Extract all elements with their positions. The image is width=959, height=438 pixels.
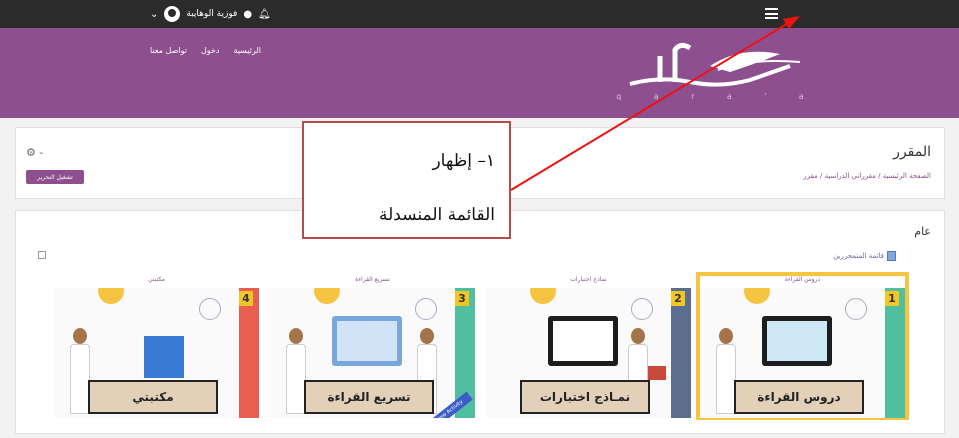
tile-number: 4	[239, 291, 253, 306]
completion-checkbox[interactable]	[38, 251, 46, 259]
tile-board-text: تسريع القراءة	[304, 380, 434, 414]
tile-label[interactable]: تسريع القراءة	[270, 276, 475, 283]
gear-icon[interactable]: ⚙ -	[26, 146, 43, 159]
bell-icon[interactable]: 🔔︎	[258, 9, 271, 20]
tile-speed-reading[interactable]: تسريع القراءة 3 تسريع القراءة New Activi…	[270, 276, 475, 418]
tile-board-text: دروس القراءة	[734, 380, 864, 414]
clock-icon	[199, 298, 221, 320]
participants-link[interactable]: قائمة المتمحررين	[833, 251, 896, 261]
page-title: المقرر	[893, 144, 931, 160]
nav-login[interactable]: دخول	[201, 46, 219, 55]
nav-contact[interactable]: تواصل معنا	[150, 46, 187, 55]
clock-icon	[631, 298, 653, 320]
callout-line-1: ١– إظهار	[432, 151, 495, 171]
tile-label[interactable]: دروس القراءة	[700, 276, 905, 283]
tile-image[interactable]: 4 مكتبتي	[54, 288, 259, 418]
tile-number: 2	[671, 291, 685, 306]
callout-line-2: القائمة المنسدلة	[378, 205, 495, 225]
annotation-callout: ١– إظهار القائمة المنسدلة	[302, 121, 511, 239]
tile-board-text: نمـاذج اختبارات	[520, 380, 650, 414]
tile-board-text: مكتبتي	[88, 380, 218, 414]
avatar[interactable]	[164, 6, 181, 22]
tile-test-samples[interactable]: نماذج اختبارات 2 نمـاذج اختبارات	[486, 276, 691, 418]
tile-image[interactable]: 2 نمـاذج اختبارات	[486, 288, 691, 418]
chevron-down-icon[interactable]: ⌄	[150, 9, 158, 20]
tile-image[interactable]: 1 دروس القراءة	[700, 288, 905, 418]
tile-label[interactable]: مكتبتي	[54, 276, 259, 283]
clock-icon	[415, 298, 437, 320]
tile-number: 1	[885, 291, 899, 306]
tile-number: 3	[455, 291, 469, 306]
breadcrumb[interactable]: الصفحة الرئيسية / مقرراتي الدراسية / مقر…	[803, 172, 931, 180]
main-nav: الرئيسية دخول تواصل معنا	[150, 46, 261, 55]
site-logo[interactable]: q a r a ' a	[600, 36, 820, 116]
section-title: عام	[914, 225, 931, 238]
tile-label[interactable]: نماذج اختبارات	[486, 276, 691, 283]
chat-icon[interactable]: ●	[243, 9, 252, 20]
clock-icon	[845, 298, 867, 320]
site-header: الرئيسية دخول تواصل معنا q a r a ' a	[0, 28, 959, 118]
user-name[interactable]: فوزية الوهايبة	[186, 9, 237, 19]
tile-reading-lessons[interactable]: دروس القراءة 1 دروس القراءة	[696, 272, 909, 420]
tile-my-library[interactable]: مكتبتي 4 مكتبتي	[54, 276, 259, 418]
top-bar: 🔔︎ ● فوزية الوهايبة ⌄	[0, 0, 959, 28]
user-menu[interactable]: 🔔︎ ● فوزية الوهايبة ⌄	[150, 5, 271, 23]
turn-editing-on-button[interactable]: تشغيل التحرير	[26, 170, 84, 184]
tile-image[interactable]: 3 تسريع القراءة New Activity	[270, 288, 475, 418]
hamburger-menu-icon[interactable]	[765, 8, 778, 19]
nav-home[interactable]: الرئيسية	[233, 46, 261, 55]
document-icon	[887, 251, 896, 261]
